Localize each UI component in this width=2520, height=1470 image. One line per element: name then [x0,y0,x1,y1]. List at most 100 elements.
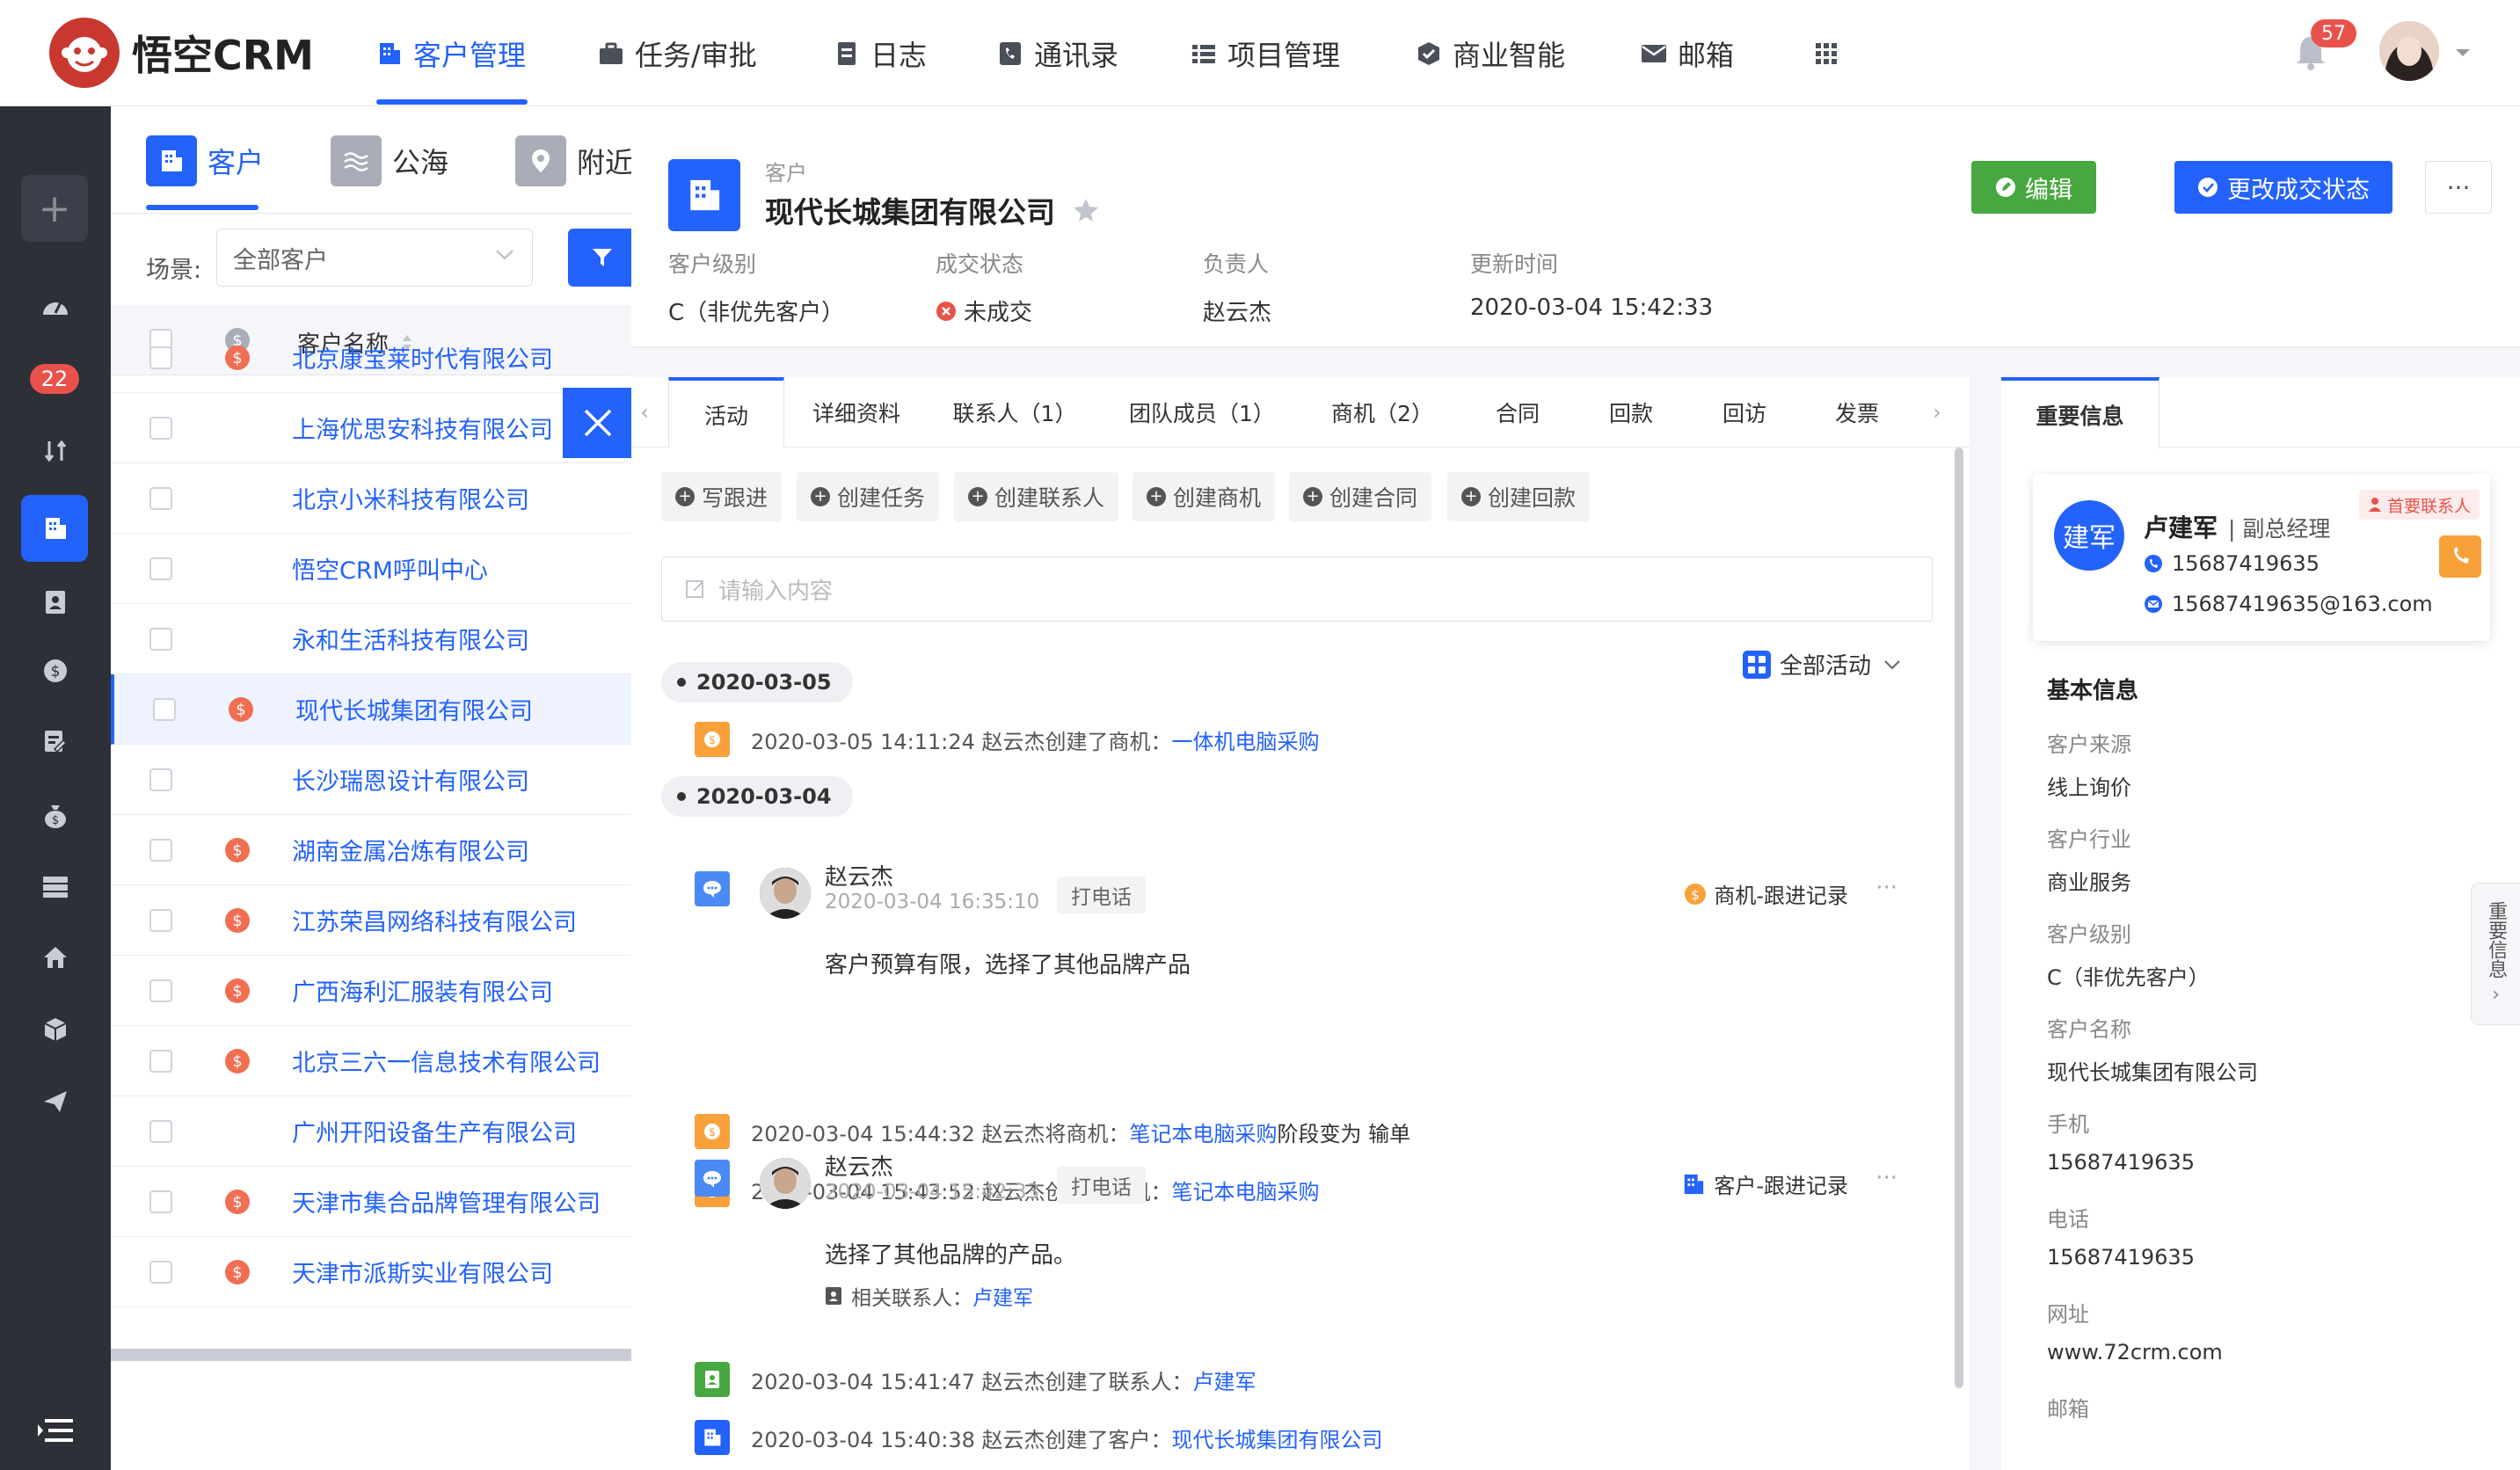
customer-name-link[interactable]: 江苏荣昌网络科技有限公司 [292,903,577,937]
vertical-scrollbar[interactable] [1955,448,1963,1388]
tab-team[interactable]: 团队成员（1） [1101,377,1303,448]
customer-name-link[interactable]: 长沙瑞恩设计有限公司 [292,762,529,797]
customer-name-link[interactable]: 广州开阳设备生产有限公司 [292,1114,577,1148]
table-row[interactable]: 上海优思安科技有限公司 [111,393,631,463]
chevron-right-icon[interactable]: › [1924,377,1950,448]
customer-name-link[interactable]: 天津市集合品牌管理有限公司 [292,1184,601,1219]
event-link[interactable]: 一体机电脑采购 [1172,724,1320,755]
tab-payments[interactable]: 回款 [1574,377,1688,448]
nav-log[interactable]: 日志 [834,0,927,106]
customer-name-link[interactable]: 永和生活科技有限公司 [292,622,529,656]
important-info-side-handle[interactable]: 重要信息 › [2471,883,2520,1025]
row-checkbox[interactable] [149,1050,172,1073]
table-row[interactable]: 广州开阳设备生产有限公司 [111,1096,631,1167]
row-checkbox[interactable] [153,698,176,721]
quick-add-button[interactable]: + [21,175,88,242]
chevron-down-icon[interactable] [2455,47,2471,58]
user-avatar[interactable] [2379,21,2439,81]
activity-filter-dropdown[interactable]: 全部活动 [1743,648,1901,680]
table-row[interactable]: 长沙瑞恩设计有限公司 [111,745,631,815]
row-checkbox[interactable] [149,1120,172,1143]
more-button[interactable]: ··· [2425,161,2492,214]
customer-name-link[interactable]: 北京康宝莱时代有限公司 [292,340,553,375]
transfer-icon[interactable] [0,418,111,484]
table-row[interactable]: $ 天津市派斯实业有限公司 [111,1237,631,1307]
event-link[interactable]: 笔记本电脑采购 [1130,1117,1278,1147]
customer-name-link[interactable]: 北京三六一信息技术有限公司 [292,1044,601,1078]
collapse-menu-button[interactable] [0,1391,111,1470]
more-dots-icon[interactable]: ··· [1875,875,1897,901]
create-opportunity-button[interactable]: + 创建商机 [1133,472,1276,521]
sidebar-deal-icon[interactable]: $ [0,637,111,704]
filter-button[interactable] [568,229,631,287]
sidebar-cube-icon[interactable] [0,996,111,1063]
sidebar-money-bag-icon[interactable]: $ [0,782,111,848]
table-row[interactable]: $ 广西海利汇服装有限公司 [111,956,631,1026]
row-checkbox[interactable] [149,768,172,791]
dashboard-icon[interactable] [0,273,111,339]
app-grid-button[interactable] [1813,0,1850,106]
row-checkbox[interactable] [149,909,172,932]
row-checkbox[interactable] [149,628,172,651]
table-row[interactable]: $ 现代长城集团有限公司 [111,674,631,745]
sidebar-customer-icon[interactable] [0,495,111,562]
sidebar-product-list-icon[interactable] [0,854,111,921]
sidebar-contract-icon[interactable] [0,708,111,775]
customer-name-link[interactable]: 天津市派斯实业有限公司 [292,1255,553,1289]
customer-name-link[interactable]: 北京小米科技有限公司 [292,481,529,515]
horizontal-scrollbar[interactable] [111,1349,631,1361]
row-checkbox[interactable] [149,979,172,1002]
table-row[interactable]: 永和生活科技有限公司 [111,604,631,674]
row-checkbox[interactable] [149,417,172,440]
tab-public-pool[interactable]: 公海 [331,135,448,187]
create-task-button[interactable]: + 创建任务 [797,472,940,521]
activity-input[interactable]: 请输入内容 [661,557,1933,622]
table-row[interactable]: $ 湖南金属冶炼有限公司 [111,815,631,885]
nav-task-approval[interactable]: 任务/审批 [598,0,757,106]
table-row[interactable]: $ 天津市集合品牌管理有限公司 [111,1167,631,1237]
tab-visits[interactable]: 回访 [1688,377,1801,448]
customer-name-link[interactable]: 湖南金属冶炼有限公司 [292,833,529,867]
tab-invoices[interactable]: 发票 [1801,377,1913,448]
row-checkbox[interactable] [149,1190,172,1213]
tab-opportunities[interactable]: 商机（2） [1303,377,1461,448]
app-logo[interactable]: 悟空CRM [49,18,314,88]
table-row[interactable]: 悟空CRM呼叫中心 [111,534,631,604]
create-contract-button[interactable]: + 创建合同 [1289,472,1432,521]
write-followup-button[interactable]: + 写跟进 [661,472,783,521]
scene-select[interactable]: 全部客户 [216,229,533,287]
customer-name-link[interactable]: 悟空CRM呼叫中心 [292,551,488,586]
tab-nearby-customer[interactable]: 附近客户 [515,135,631,187]
contact-link[interactable]: 卢建军 [972,1281,1033,1311]
table-row[interactable]: $ 北京三六一信息技术有限公司 [111,1026,631,1096]
row-checkbox[interactable] [149,839,172,862]
nav-business-intelligence[interactable]: 商业智能 [1416,0,1565,106]
change-deal-status-button[interactable]: 更改成交状态 [2174,161,2393,214]
nav-contacts[interactable]: 通讯录 [997,0,1118,106]
row-checkbox[interactable] [149,1261,172,1284]
tab-activity[interactable]: 活动 [668,377,784,448]
nav-customer-management[interactable]: 客户管理 [376,0,526,106]
table-row[interactable]: $ 江苏荣昌网络科技有限公司 [111,885,631,956]
create-contact-button[interactable]: + 创建联系人 [954,472,1119,521]
close-detail-button[interactable] [563,388,633,458]
event-link[interactable]: 现代长城集团有限公司 [1172,1423,1383,1453]
sidebar-send-icon[interactable] [0,1068,111,1135]
row-checkbox[interactable] [149,487,172,510]
sidebar-home-icon[interactable] [0,924,111,991]
customer-name-link[interactable]: 上海优思安科技有限公司 [292,411,553,445]
event-link[interactable]: 卢建军 [1193,1364,1256,1395]
tab-contracts[interactable]: 合同 [1461,377,1574,448]
call-button[interactable] [2439,535,2481,578]
sidebar-contacts-icon[interactable] [0,569,111,636]
edit-button[interactable]: 编辑 [1971,161,2096,214]
star-icon[interactable] [1073,198,1099,222]
customer-name-link[interactable]: 广西海利汇服装有限公司 [292,973,553,1008]
tab-important-info[interactable]: 重要信息 [2001,377,2159,448]
more-dots-icon[interactable]: ··· [1875,1165,1897,1191]
nav-project-management[interactable]: 项目管理 [1191,0,1340,106]
row-checkbox[interactable] [149,557,172,580]
table-row[interactable]: 北京小米科技有限公司 [111,463,631,534]
customer-name-link[interactable]: 现代长城集团有限公司 [295,692,533,726]
tab-details[interactable]: 详细资料 [784,377,929,448]
